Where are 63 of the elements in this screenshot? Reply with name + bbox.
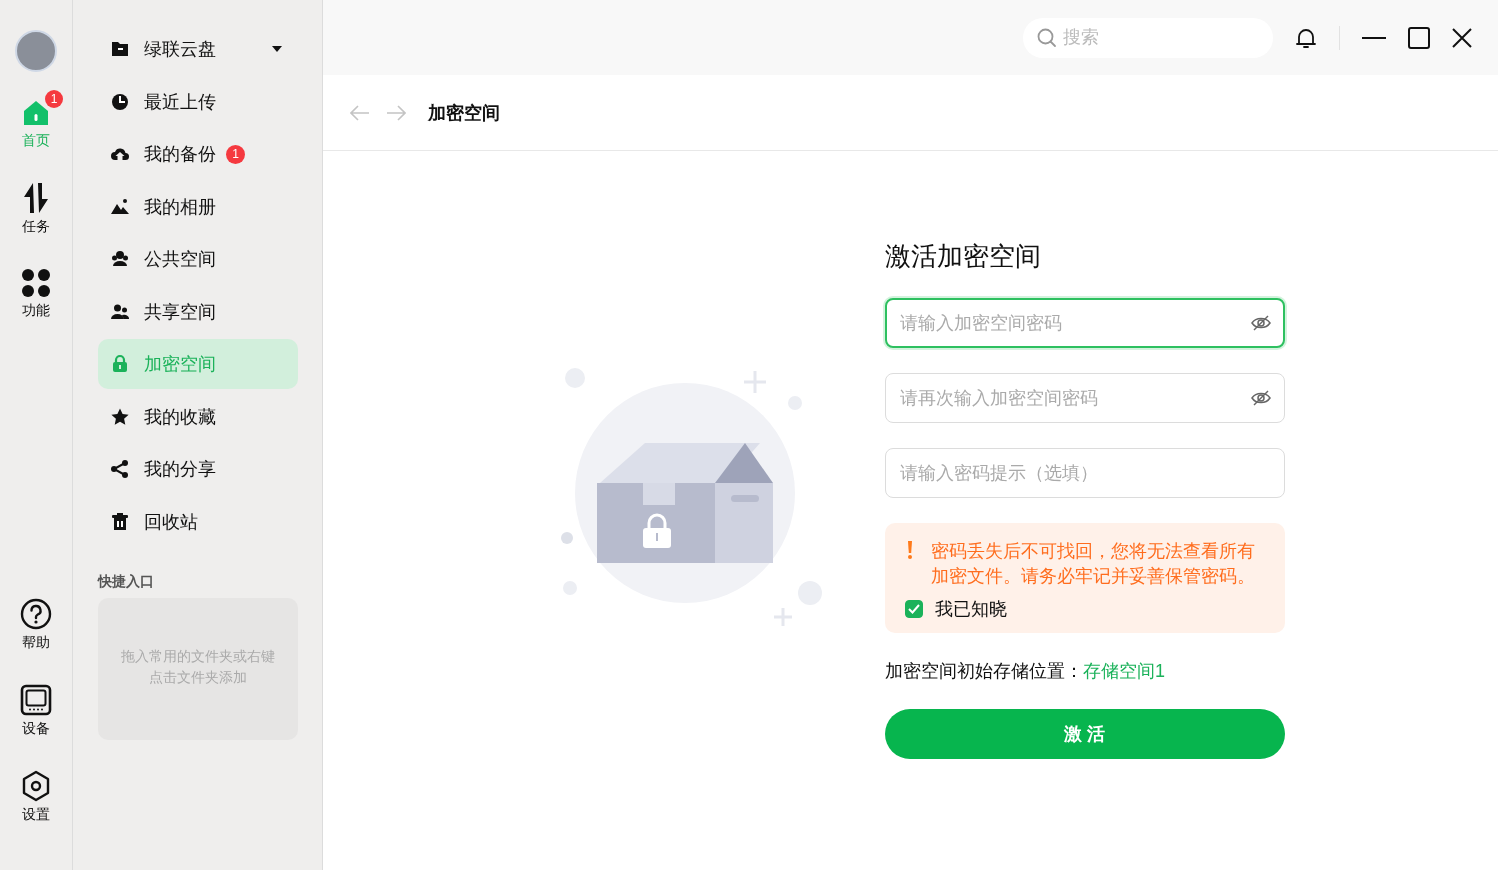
search-icon xyxy=(1037,27,1057,48)
eye-slash-icon[interactable] xyxy=(1251,390,1271,406)
sidebar-item-label: 公共空间 xyxy=(144,248,216,271)
rail-nav-item[interactable]: 1 首页 xyxy=(7,90,65,150)
sidebar-item[interactable]: 我的收藏 xyxy=(98,391,298,442)
input-field[interactable]: 请输入密码提示（选填） xyxy=(885,448,1285,498)
home-icon xyxy=(21,98,51,128)
minimize-icon[interactable] xyxy=(1362,35,1386,40)
eye-slash-icon[interactable] xyxy=(1251,315,1271,331)
sidebar-item-label: 加密空间 xyxy=(144,353,216,376)
device-icon xyxy=(20,684,52,716)
count-badge: 1 xyxy=(45,90,63,108)
clock-icon xyxy=(110,91,130,112)
avatar[interactable] xyxy=(15,30,57,72)
help-icon xyxy=(20,598,52,630)
input-field[interactable]: 请再次输入加密空间密码 xyxy=(885,373,1285,423)
sidebar-item-label: 最近上传 xyxy=(144,90,216,114)
exclamation-icon xyxy=(907,541,913,559)
mountain-icon xyxy=(110,196,130,217)
sidebar-item[interactable]: 我的分享 xyxy=(98,444,298,494)
lock-icon xyxy=(110,354,130,374)
form-title: 激活加密空间 xyxy=(885,240,1042,273)
sidebar-item[interactable]: 绿联云盘 xyxy=(98,24,298,74)
page-title: 加密空间 xyxy=(428,101,500,125)
rail-nav-item[interactable]: 任务 xyxy=(7,174,65,236)
maximize-icon[interactable] xyxy=(1408,26,1430,49)
sidebar-item-label: 绿联云盘 xyxy=(144,38,216,61)
search-input[interactable]: 搜索 xyxy=(1061,26,1245,49)
search-field[interactable]: 搜索 xyxy=(1023,17,1273,58)
rail-nav-item[interactable]: 帮助 xyxy=(6,590,66,652)
folder-icon xyxy=(110,39,130,59)
rail-nav-item[interactable]: 设置 xyxy=(6,762,66,824)
input-field[interactable]: 请输入加密空间密码 xyxy=(885,298,1285,348)
sidebar-item-label: 我的备份 xyxy=(144,143,216,166)
settings-icon xyxy=(20,770,52,802)
checkbox[interactable] xyxy=(905,600,923,618)
share-icon xyxy=(110,459,130,479)
sidebar-item[interactable]: 我的备份 1 xyxy=(98,129,298,179)
rail-nav-item[interactable]: 功能 xyxy=(7,260,65,320)
checkbox-label: 我已知晓 xyxy=(935,598,1007,621)
close-icon[interactable] xyxy=(1452,27,1472,48)
sidebar-item[interactable]: 最近上传 xyxy=(98,76,298,127)
people-icon xyxy=(110,249,130,269)
bell-icon[interactable] xyxy=(1295,26,1317,49)
sidebar-item-label: 我的分享 xyxy=(144,458,216,481)
sidebar-item[interactable]: 共享空间 xyxy=(98,286,298,337)
sidebar-item[interactable]: 我的相册 xyxy=(98,181,298,232)
sidebar-item-label: 我的收藏 xyxy=(144,405,216,429)
sidebar-item-label: 我的相册 xyxy=(144,195,216,219)
section-title: 快捷入口 xyxy=(98,573,155,591)
trash-icon xyxy=(110,511,130,532)
caret-icon[interactable] xyxy=(272,46,282,52)
rail-nav-item[interactable]: 设备 xyxy=(6,676,66,738)
sidebar-item-label: 回收站 xyxy=(144,510,198,534)
sidebar-item[interactable]: 公共空间 xyxy=(98,234,298,284)
warning-text: 密码丢失后不可找回，您将无法查看所有加密文件。请务必牢记并妥善保管密码。 xyxy=(931,540,1256,588)
drop-hint: 拖入常用的文件夹或右键点击文件夹添加 xyxy=(120,646,276,687)
sidebar-item-label: 共享空间 xyxy=(144,300,216,324)
storage-label: 加密空间初始存储位置： xyxy=(885,661,1083,681)
transfer-icon xyxy=(21,182,51,214)
count-badge: 1 xyxy=(226,144,245,164)
sidebar-item[interactable]: 回收站 xyxy=(98,496,298,547)
grid-icon xyxy=(21,268,51,298)
